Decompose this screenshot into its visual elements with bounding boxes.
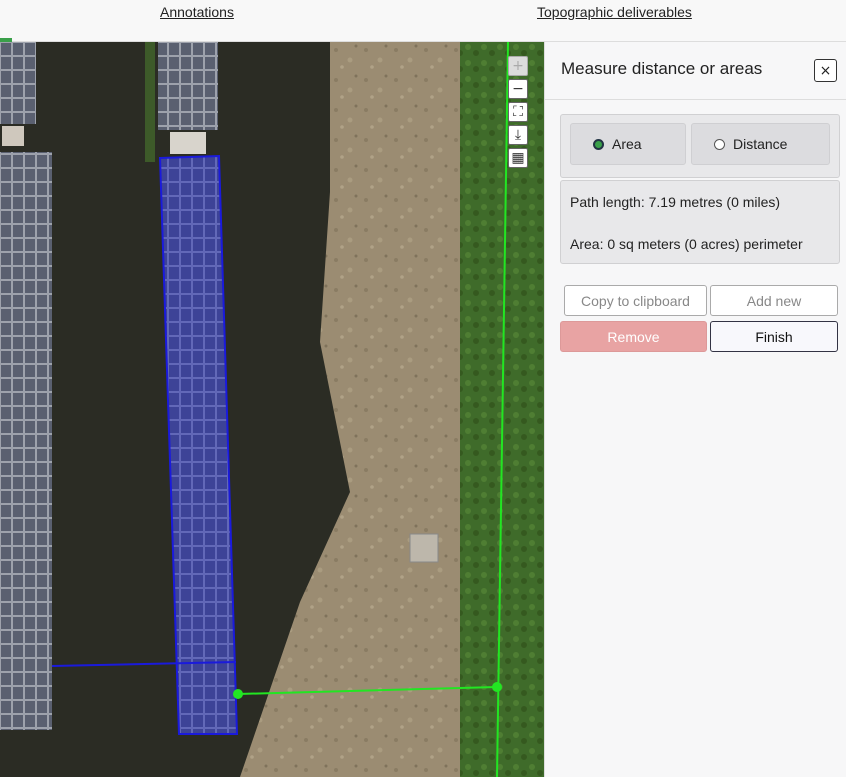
close-icon[interactable]: ×: [814, 59, 837, 82]
map-controls: + − ⛶ ⤓ ▦: [508, 56, 530, 168]
panel-title: Measure distance or areas: [561, 59, 763, 78]
measure-panel: Measure distance or areas × Area Distanc…: [544, 42, 846, 777]
download-icon[interactable]: ⤓: [508, 125, 528, 145]
distance-radio[interactable]: [714, 138, 725, 150]
zoom-out-icon[interactable]: −: [508, 79, 528, 99]
map-view[interactable]: + − ⛶ ⤓ ▦: [0, 42, 544, 777]
add-new-button[interactable]: Add new: [710, 285, 838, 316]
zoom-in-icon[interactable]: +: [508, 56, 528, 76]
finish-button[interactable]: Finish: [710, 321, 838, 352]
panel-header: Measure distance or areas ×: [545, 42, 846, 100]
aerial-imagery: [0, 42, 544, 777]
area-mode-label: Area: [612, 136, 642, 152]
distance-mode-label: Distance: [733, 136, 788, 152]
copy-to-clipboard-button[interactable]: Copy to clipboard: [564, 285, 707, 316]
path-length-text: Path length: 7.19 metres (0 miles): [570, 194, 781, 210]
remove-button[interactable]: Remove: [560, 321, 707, 352]
tab-annotations[interactable]: Annotations: [160, 4, 234, 20]
top-navigation: Annotations Topographic deliverables: [0, 0, 846, 42]
layers-icon[interactable]: ▦: [508, 148, 528, 168]
tab-topographic-deliverables[interactable]: Topographic deliverables: [537, 4, 692, 20]
measurement-results: Path length: 7.19 metres (0 miles) Area:…: [560, 180, 840, 264]
area-text: Area: 0 sq meters (0 acres) perimeter: [570, 236, 803, 252]
distance-mode-button[interactable]: Distance: [691, 123, 830, 165]
area-radio[interactable]: [593, 138, 604, 150]
area-mode-button[interactable]: Area: [570, 123, 686, 165]
fullscreen-icon[interactable]: ⛶: [508, 102, 528, 122]
mode-selector: Area Distance: [560, 114, 840, 178]
